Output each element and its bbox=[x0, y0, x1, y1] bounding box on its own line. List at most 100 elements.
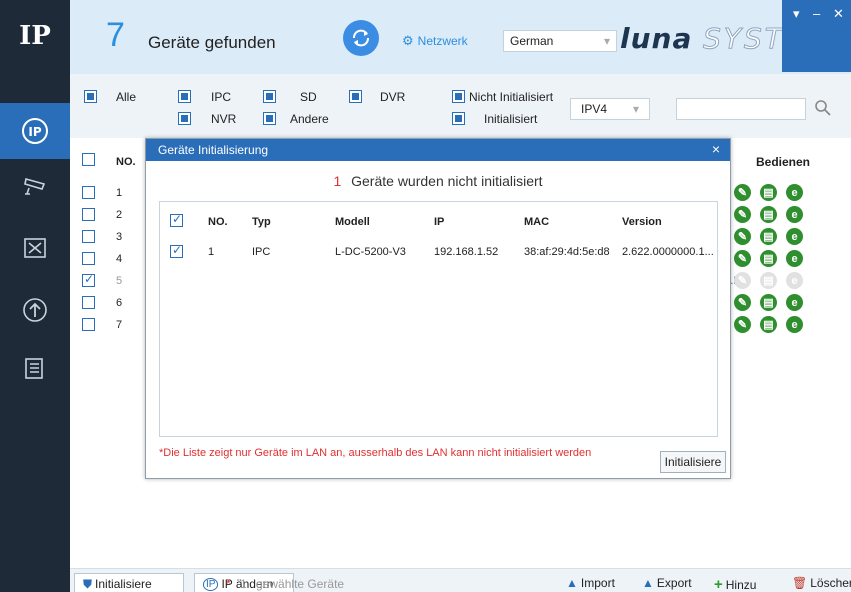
filter-initialized-checkbox[interactable] bbox=[452, 112, 465, 125]
dialog-row-version: 2.622.0000000.1... bbox=[622, 246, 714, 258]
edit-button[interactable]: ✎ bbox=[734, 294, 751, 311]
details-button[interactable]: ▤ bbox=[760, 184, 777, 201]
column-header-actions: Bedienen bbox=[756, 155, 811, 169]
web-button[interactable]: e bbox=[786, 184, 803, 201]
details-button[interactable]: ▤ bbox=[760, 272, 777, 289]
window-minimize-button[interactable]: – bbox=[813, 6, 820, 21]
sidebar-ip-search-button[interactable]: IP bbox=[0, 103, 70, 159]
edit-button[interactable]: ✎ bbox=[734, 206, 751, 223]
dialog-row-checkbox[interactable] bbox=[170, 243, 183, 258]
uninitialized-count: 1 bbox=[333, 173, 342, 189]
row-checkbox[interactable] bbox=[82, 230, 95, 243]
refresh-icon bbox=[353, 29, 369, 47]
details-button[interactable]: ▤ bbox=[760, 294, 777, 311]
plus-icon: + bbox=[714, 576, 723, 592]
language-value: German bbox=[510, 34, 554, 48]
browser-icon: e bbox=[791, 208, 798, 221]
filter-dvr-checkbox[interactable] bbox=[349, 90, 362, 103]
filter-all-checkbox[interactable] bbox=[84, 90, 97, 103]
web-button[interactable]: e bbox=[786, 228, 803, 245]
delete-button[interactable]: 🗑 Löscher bbox=[792, 576, 851, 590]
export-icon: ▲ bbox=[642, 576, 654, 590]
sidebar-camera-button[interactable] bbox=[0, 158, 70, 214]
search-input[interactable] bbox=[676, 98, 806, 120]
edit-button[interactable]: ✎ bbox=[734, 272, 751, 289]
window-close-button[interactable]: ✕ bbox=[833, 6, 844, 22]
selected-star: * bbox=[226, 577, 231, 591]
filter-nvr-checkbox[interactable] bbox=[178, 112, 191, 125]
row-number: 7 bbox=[116, 319, 123, 331]
add-label: Hinzu bbox=[725, 577, 757, 592]
search-icon[interactable] bbox=[814, 99, 832, 117]
filter-sd-checkbox[interactable] bbox=[263, 90, 276, 103]
refresh-button[interactable] bbox=[343, 20, 379, 56]
filter-sd-label: SD bbox=[300, 90, 317, 104]
details-button[interactable]: ▤ bbox=[760, 250, 777, 267]
dialog-col-ip: IP bbox=[434, 216, 445, 228]
row-number: 2 bbox=[116, 209, 123, 221]
gear-icon: ⚙ bbox=[402, 33, 414, 48]
chevron-down-icon: ▾ bbox=[603, 34, 610, 48]
browser-icon: e bbox=[791, 186, 798, 199]
row-number: 1 bbox=[116, 187, 123, 199]
import-label: Import bbox=[580, 576, 615, 590]
details-button[interactable]: ▤ bbox=[760, 228, 777, 245]
row-checkbox[interactable] bbox=[82, 252, 95, 265]
sidebar-upgrade-button[interactable] bbox=[0, 282, 70, 338]
web-button[interactable]: e bbox=[786, 206, 803, 223]
pencil-icon: ✎ bbox=[737, 253, 748, 265]
edit-button[interactable]: ✎ bbox=[734, 228, 751, 245]
row-number: 4 bbox=[116, 253, 123, 265]
ip-version-select[interactable]: IPV4 ▾ bbox=[570, 98, 650, 120]
details-button[interactable]: ▤ bbox=[760, 316, 777, 333]
row-checkbox[interactable] bbox=[82, 318, 95, 331]
web-button[interactable]: e bbox=[786, 250, 803, 267]
browser-icon: e bbox=[791, 318, 798, 331]
edit-button[interactable]: ✎ bbox=[734, 250, 751, 267]
filter-not-initialized-checkbox[interactable] bbox=[452, 90, 465, 103]
dialog-close-button[interactable]: × bbox=[712, 141, 720, 157]
dialog-title: Geräte Initialisierung bbox=[158, 143, 269, 157]
add-button[interactable]: + Hinzu bbox=[714, 576, 756, 592]
row-number: 6 bbox=[116, 297, 123, 309]
details-icon: ▤ bbox=[763, 231, 774, 243]
sidebar-tools-button[interactable] bbox=[0, 220, 70, 276]
row-number: 3 bbox=[116, 231, 123, 243]
dialog-select-all-checkbox[interactable] bbox=[170, 212, 183, 227]
edit-button[interactable]: ✎ bbox=[734, 184, 751, 201]
initialize-button[interactable]: ⛊ Initialisiere bbox=[74, 573, 184, 592]
export-label: Export bbox=[656, 576, 692, 590]
dialog-row-type: IPC bbox=[252, 246, 271, 258]
language-select[interactable]: German ▾ bbox=[503, 30, 617, 52]
details-button[interactable]: ▤ bbox=[760, 206, 777, 223]
dialog-col-no: NO. bbox=[208, 216, 228, 228]
web-button[interactable]: e bbox=[786, 316, 803, 333]
select-all-checkbox[interactable] bbox=[82, 153, 95, 166]
window-menu-button[interactable]: ▾ bbox=[793, 6, 800, 22]
edit-button[interactable]: ✎ bbox=[734, 316, 751, 333]
uninitialized-message: Geräte wurden nicht initialisiert bbox=[351, 173, 543, 189]
dialog-col-version: Version bbox=[622, 216, 662, 228]
pencil-icon: ✎ bbox=[737, 319, 748, 331]
sidebar-log-button[interactable] bbox=[0, 340, 70, 396]
dialog-col-type: Typ bbox=[252, 216, 271, 228]
filter-ipc-checkbox[interactable] bbox=[178, 90, 191, 103]
web-button[interactable]: e bbox=[786, 294, 803, 311]
dialog-row-no: 1 bbox=[208, 246, 215, 258]
row-checkbox[interactable] bbox=[82, 186, 95, 199]
dialog-initialize-button[interactable]: Initialisiere bbox=[660, 451, 726, 473]
delete-label: Löscher bbox=[810, 576, 851, 590]
tools-icon bbox=[24, 238, 46, 258]
network-settings-button[interactable]: ⚙ Netzwerk bbox=[402, 33, 468, 49]
row-checkbox[interactable] bbox=[82, 208, 95, 221]
row-checkbox[interactable] bbox=[82, 296, 95, 309]
selected-label: gewählte Geräte bbox=[256, 577, 345, 591]
details-icon: ▤ bbox=[763, 187, 774, 199]
web-button[interactable]: e bbox=[786, 272, 803, 289]
row-checkbox[interactable] bbox=[82, 272, 95, 287]
export-button[interactable]: ▲ Export bbox=[642, 576, 692, 590]
document-icon bbox=[25, 358, 43, 379]
network-label: Netzwerk bbox=[417, 34, 468, 48]
filter-other-checkbox[interactable] bbox=[263, 112, 276, 125]
import-button[interactable]: ▲ Import bbox=[566, 576, 615, 590]
